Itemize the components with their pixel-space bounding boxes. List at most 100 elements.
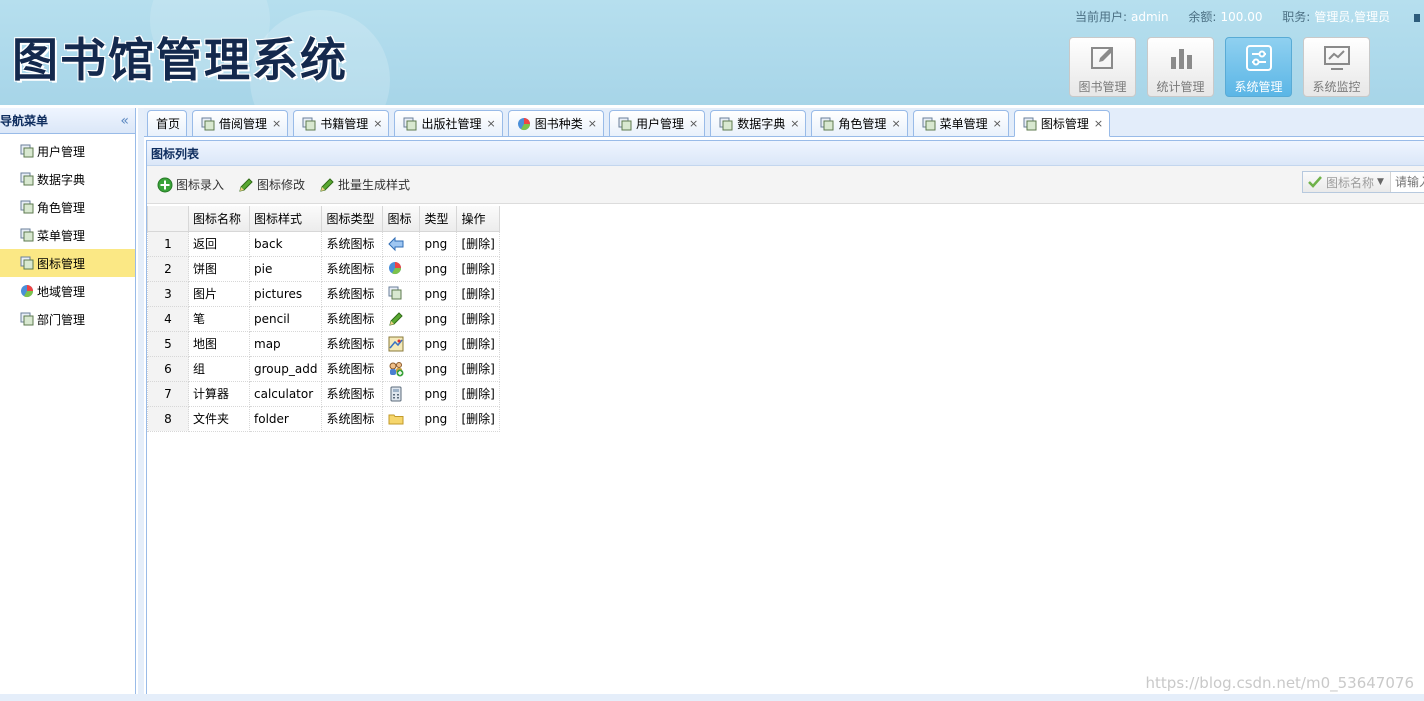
nav-label: 系统监控 <box>1312 80 1361 94</box>
nav-book-management-button[interactable]: 图书管理 <box>1069 37 1136 97</box>
cell-kind: 系统图标 <box>321 305 384 332</box>
app-title: 图书馆管理系统 <box>12 33 348 87</box>
add-icon-label: 图标录入 <box>176 178 225 192</box>
close-icon[interactable]: × <box>993 117 1002 130</box>
table-row[interactable]: 3 图片 pictures 系统图标 png [删除] <box>147 280 501 307</box>
tab-label: 角色管理 <box>838 117 887 131</box>
delete-link[interactable]: [删除] <box>456 280 501 307</box>
tabs: 首页 借阅管理 × 书籍管理 × 出版社管理 × 图书种类 × 用户管理 × 数据字典 × 角色管理 × 菜单… <box>147 110 1111 137</box>
edit-icon-button[interactable]: 图标修改 <box>238 176 305 193</box>
sidebar-item-label: 菜单管理 <box>37 228 86 243</box>
tab-7[interactable]: 角色管理 × <box>811 110 908 136</box>
sidebar-title: 导航菜单 <box>0 114 49 128</box>
table-row[interactable]: 8 文件夹 folder 系统图标 png [删除] <box>147 405 501 432</box>
delete-link[interactable]: [删除] <box>456 355 501 382</box>
sidebar-item-label: 用户管理 <box>37 144 86 159</box>
close-icon[interactable]: × <box>373 117 382 130</box>
tab-label: 图标管理 <box>1040 117 1089 131</box>
bar-chart-icon <box>1167 44 1195 72</box>
close-icon[interactable]: × <box>790 117 799 130</box>
tab-2[interactable]: 书籍管理 × <box>293 110 390 136</box>
sidebar-item-department-management[interactable]: 部门管理 <box>0 305 135 333</box>
tab-label: 借阅管理 <box>219 117 268 131</box>
tab-label: 用户管理 <box>635 117 684 131</box>
tab-6[interactable]: 数据字典 × <box>710 110 807 136</box>
table-row[interactable]: 7 计算器 calculator 系统图标 png [删除] <box>147 380 501 407</box>
delete-link[interactable]: [删除] <box>456 330 501 357</box>
column-header[interactable]: 图标类型 <box>321 206 384 232</box>
batch-generate-button[interactable]: 批量生成样式 <box>319 176 410 193</box>
row-number: 2 <box>147 255 189 282</box>
cell-type: png <box>419 330 458 357</box>
table-row[interactable]: 6 组 group_add 系统图标 png [删除] <box>147 355 501 382</box>
nav-system-monitor-button[interactable]: 系统监控 <box>1303 37 1370 97</box>
delete-link[interactable]: [删除] <box>456 255 501 282</box>
column-header[interactable]: 图标 <box>382 206 421 232</box>
close-icon[interactable]: × <box>487 117 496 130</box>
tab-9[interactable]: 图标管理 × <box>1013 110 1111 137</box>
pencil-icon <box>319 177 335 193</box>
sidebar-item-role-management[interactable]: 角色管理 <box>0 193 135 221</box>
folder-icon <box>388 411 404 427</box>
column-header[interactable]: 图标名称 <box>188 206 250 232</box>
user-value: admin <box>1130 10 1169 24</box>
column-header[interactable]: 图标样式 <box>248 206 323 232</box>
delete-link[interactable]: [删除] <box>456 405 501 432</box>
cell-name: 返回 <box>188 230 250 257</box>
nav-statistics-button[interactable]: 统计管理 <box>1147 37 1214 97</box>
tab-label: 首页 <box>156 117 181 131</box>
grid-body: 1 返回 back 系统图标 png [删除] 2 饼图 pie 系统图标 png [删除] 3 图片 pi… <box>147 230 501 432</box>
search-input[interactable] <box>1391 175 1424 189</box>
add-icon-button[interactable]: 图标录入 <box>157 176 224 193</box>
table-row[interactable]: 5 地图 map 系统图标 png [删除] <box>147 330 501 357</box>
sidebar-item-data-dictionary[interactable]: 数据字典 <box>0 165 135 193</box>
row-number: 4 <box>147 305 189 332</box>
cell-kind: 系统图标 <box>321 355 384 382</box>
pictures-icon <box>20 172 34 186</box>
panel-title: 图标列表 <box>147 140 1424 166</box>
column-header[interactable]: 类型 <box>419 206 458 232</box>
balance-label: 余额: <box>1188 10 1217 24</box>
pictures-icon <box>403 117 417 131</box>
sidebar-item-icon-management[interactable]: 图标管理 <box>0 249 135 277</box>
pictures-icon <box>388 286 404 302</box>
delete-link[interactable]: [删除] <box>456 305 501 332</box>
tab-label: 书籍管理 <box>320 117 369 131</box>
tab-3[interactable]: 出版社管理 × <box>394 110 503 136</box>
sidebar-item-label: 数据字典 <box>37 172 86 187</box>
tab-5[interactable]: 用户管理 × <box>608 110 706 136</box>
search-box: 图标名称 ▼ <box>1302 171 1424 193</box>
cell-style: pie <box>248 255 323 282</box>
search-field-select[interactable]: 图标名称 ▼ <box>1303 172 1391 192</box>
close-icon[interactable]: × <box>272 117 281 130</box>
sidebar-item-label: 角色管理 <box>37 200 86 215</box>
sidebar-item-menu-management[interactable]: 菜单管理 <box>0 221 135 249</box>
tab-1[interactable]: 借阅管理 × <box>192 110 289 136</box>
icon-list-panel: 图标列表 图标录入 图标修改 批量生成样式 图标名称 ▼ 请输入 图标名称 图标… <box>146 140 1424 694</box>
sidebar-item-user-management[interactable]: 用户管理 <box>0 137 135 165</box>
close-icon[interactable]: × <box>689 117 698 130</box>
cell-icon <box>382 280 421 307</box>
tab-0[interactable]: 首页 <box>147 110 188 136</box>
sidebar-item-region-management[interactable]: 地域管理 <box>0 277 135 305</box>
tab-8[interactable]: 菜单管理 × <box>912 110 1009 136</box>
cell-icon <box>382 405 421 432</box>
close-icon[interactable]: × <box>891 117 900 130</box>
cell-icon <box>382 355 421 382</box>
table-row[interactable]: 2 饼图 pie 系统图标 png [删除] <box>147 255 501 282</box>
pictures-icon <box>201 117 215 131</box>
tab-label: 出版社管理 <box>421 117 482 131</box>
column-header[interactable]: 操作 <box>456 206 501 232</box>
nav-system-management-button[interactable]: 系统管理 <box>1225 37 1292 97</box>
close-icon[interactable]: × <box>1094 117 1103 130</box>
table-row[interactable]: 4 笔 pencil 系统图标 png [删除] <box>147 305 501 332</box>
app-header: 图书馆管理系统 当前用户: admin 余额: 100.00 职务: 管理员,管理员 … <box>0 0 1424 105</box>
tab-4[interactable]: 图书种类 × <box>507 110 604 136</box>
delete-link[interactable]: [删除] <box>456 230 501 257</box>
collapse-icon[interactable]: « <box>120 113 129 129</box>
delete-link[interactable]: [删除] <box>456 380 501 407</box>
edit-icon <box>1089 44 1117 72</box>
sidebar-item-label: 部门管理 <box>37 312 86 327</box>
close-icon[interactable]: × <box>588 117 597 130</box>
table-row[interactable]: 1 返回 back 系统图标 png [删除] <box>147 230 501 257</box>
